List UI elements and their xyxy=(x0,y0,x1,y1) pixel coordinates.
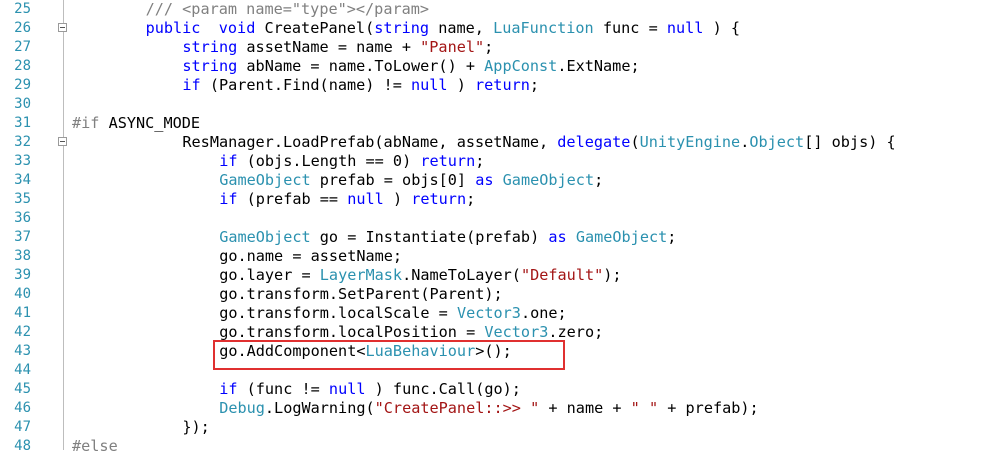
line-number: 32 xyxy=(14,134,31,150)
line-number: 47 xyxy=(14,419,31,435)
code-line[interactable]: 40 go.transform.SetParent(Parent); xyxy=(0,285,1007,304)
line-number: 43 xyxy=(14,343,31,359)
code-line[interactable]: 32 ResManager.LoadPrefab(abName, assetNam… xyxy=(0,133,1007,152)
code-text: Debug.LogWarning("CreatePanel::>> " + na… xyxy=(219,399,759,417)
code-line[interactable]: 26 public void CreatePanel(string name, L… xyxy=(0,19,1007,38)
line-number: 28 xyxy=(14,58,31,74)
code-line[interactable]: 39 go.layer = LayerMask.NameToLayer("Defa… xyxy=(0,266,1007,285)
code-text: /// <param name="type"></param> xyxy=(145,0,430,18)
line-number: 44 xyxy=(14,362,31,378)
line-number: 26 xyxy=(14,20,31,36)
code-line[interactable]: 38 go.name = assetName; xyxy=(0,247,1007,266)
code-text: string assetName = name + "Panel"; xyxy=(182,38,494,56)
code-text: go.transform.localScale = Vector3.one; xyxy=(219,304,567,322)
code-line[interactable]: 35 if (prefab == null ) return; xyxy=(0,190,1007,209)
code-line[interactable]: 48 #else xyxy=(0,437,1007,456)
code-line[interactable]: 34 GameObject prefab = objs[0] as GameObj… xyxy=(0,171,1007,190)
collapse-toggle-icon[interactable] xyxy=(58,137,67,146)
code-line[interactable]: 47}); xyxy=(0,418,1007,437)
line-number: 37 xyxy=(14,229,31,245)
line-number: 27 xyxy=(14,39,31,55)
line-number: 38 xyxy=(14,248,31,264)
code-line[interactable]: 33 if (objs.Length == 0) return; xyxy=(0,152,1007,171)
collapse-toggle-icon[interactable] xyxy=(58,23,67,32)
code-line[interactable]: 27 string assetName = name + "Panel"; xyxy=(0,38,1007,57)
code-text: if (Parent.Find(name) != null ) return; xyxy=(182,76,540,94)
code-line[interactable]: 37 GameObject go = Instantiate(prefab) as… xyxy=(0,228,1007,247)
line-number: 42 xyxy=(14,324,31,340)
code-text: GameObject go = Instantiate(prefab) as G… xyxy=(219,228,677,246)
code-line[interactable]: 45 if (func != null ) func.Call(go); xyxy=(0,380,1007,399)
code-text: }); xyxy=(182,418,210,436)
line-number: 45 xyxy=(14,381,31,397)
line-number: 35 xyxy=(14,191,31,207)
highlight-annotation-box xyxy=(213,340,565,370)
line-number: 41 xyxy=(14,305,31,321)
line-number: 30 xyxy=(14,96,31,112)
code-line[interactable]: 31 #if ASYNC_MODE xyxy=(0,114,1007,133)
code-text: GameObject prefab = objs[0] as GameObjec… xyxy=(219,171,604,189)
code-text: #else xyxy=(72,437,118,455)
code-text: string abName = name.ToLower() + AppCons… xyxy=(182,57,640,75)
code-line[interactable]: 46 Debug.LogWarning("CreatePanel::>> " + … xyxy=(0,399,1007,418)
line-number: 46 xyxy=(14,400,31,416)
code-editor[interactable]: 25 /// <param name="type"></param> 26 publi… xyxy=(0,0,1007,455)
code-text: #if ASYNC_MODE xyxy=(72,114,201,132)
code-line[interactable]: 41 go.transform.localScale = Vector3.one; xyxy=(0,304,1007,323)
code-text: if (prefab == null ) return; xyxy=(219,190,476,208)
line-number: 25 xyxy=(14,1,31,17)
line-number: 36 xyxy=(14,210,31,226)
code-line[interactable]: 28 string abName = name.ToLower() + AppCo… xyxy=(0,57,1007,76)
code-line[interactable]: 25 /// <param name="type"></param> xyxy=(0,0,1007,19)
code-text: go.layer = LayerMask.NameToLayer("Defaul… xyxy=(219,266,622,284)
line-number: 29 xyxy=(14,77,31,93)
line-number: 31 xyxy=(14,115,31,131)
line-number: 34 xyxy=(14,172,31,188)
line-number: 39 xyxy=(14,267,31,283)
code-text: if (func != null ) func.Call(go); xyxy=(219,380,521,398)
code-line[interactable]: 36 xyxy=(0,209,1007,228)
code-text: public void CreatePanel(string name, Lua… xyxy=(145,19,741,37)
code-text: ResManager.LoadPrefab(abName, assetName,… xyxy=(182,133,896,151)
code-line[interactable]: 30 xyxy=(0,95,1007,114)
code-line[interactable]: 29 if (Parent.Find(name) != null ) return… xyxy=(0,76,1007,95)
line-number: 33 xyxy=(14,153,31,169)
code-text: go.name = assetName; xyxy=(219,247,403,265)
code-text: go.transform.SetParent(Parent); xyxy=(219,285,503,303)
code-text: if (objs.Length == 0) return; xyxy=(219,152,485,170)
line-number: 48 xyxy=(14,438,31,454)
line-number: 40 xyxy=(14,286,31,302)
